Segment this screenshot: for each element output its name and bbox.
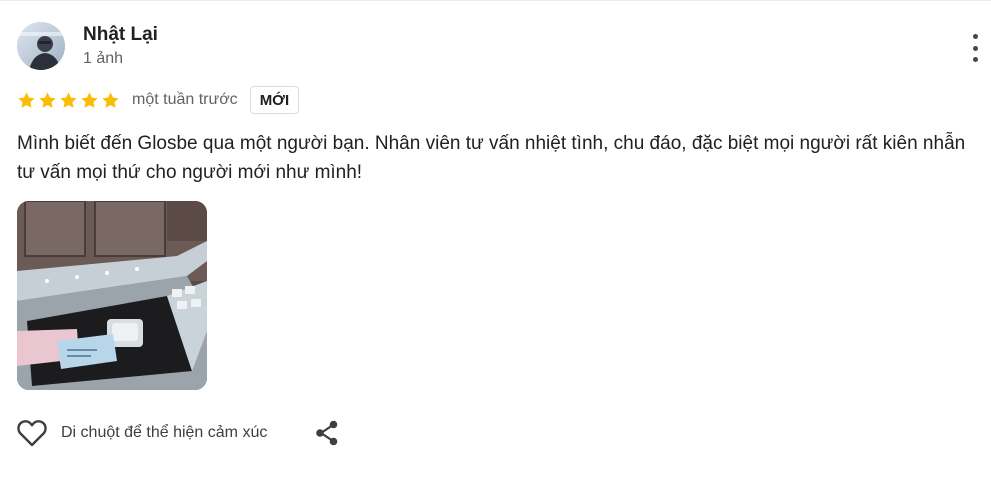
more-options-button[interactable] (963, 34, 987, 62)
star-icon (18, 91, 35, 108)
star-icon (81, 91, 98, 108)
divider (0, 0, 991, 1)
review-time: một tuần trước (132, 91, 238, 108)
heart-outline-icon (17, 420, 47, 447)
avatar-photo (17, 22, 65, 70)
review-photo-image (17, 201, 207, 390)
rating-row: một tuần trước MỚI (17, 86, 300, 114)
review-card: Nhật Lại 1 ảnh một tuần trước MỚI Mình b… (0, 0, 991, 480)
star-icon (60, 91, 77, 108)
review-actions: Di chuột để thể hiện cảm xúc (17, 417, 341, 449)
review-photo[interactable] (17, 201, 207, 390)
more-vert-icon (972, 34, 978, 39)
review-text: Mình biết đến Glosbe qua một người bạn. … (17, 133, 966, 183)
star-rating (17, 91, 120, 110)
author-photo-count: 1 ảnh (83, 50, 124, 67)
share-button[interactable] (313, 419, 341, 447)
avatar[interactable] (17, 22, 65, 70)
star-icon (39, 91, 56, 108)
like-button[interactable]: Di chuột để thể hiện cảm xúc (17, 419, 267, 447)
share-icon (316, 420, 338, 446)
new-badge: MỚI (249, 86, 300, 114)
star-icon (102, 91, 119, 108)
author-name[interactable]: Nhật Lại (83, 24, 158, 46)
like-label: Di chuột để thể hiện cảm xúc (61, 424, 268, 441)
